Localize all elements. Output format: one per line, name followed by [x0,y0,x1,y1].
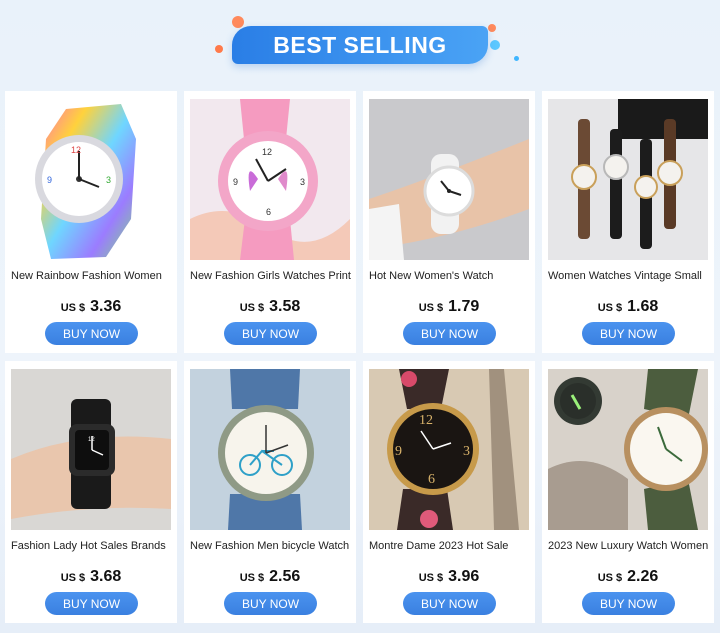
svg-text:3: 3 [300,177,305,187]
price: US $ 1.68 [542,298,714,316]
price: US $ 3.68 [5,568,177,586]
svg-text:12: 12 [262,147,272,157]
product-image[interactable]: 12 [11,369,171,530]
decor-dot [488,24,496,32]
price-currency: US $ [60,572,86,584]
product-image[interactable]: 12 3 9 [11,99,171,260]
banner-ribbon: BEST SELLING [232,26,488,64]
price-amount: 1.79 [448,298,480,315]
svg-text:12: 12 [419,413,433,428]
svg-text:3: 3 [463,444,470,459]
price: US $ 2.26 [542,568,714,586]
product-card[interactable]: 12 3 9 New Rainbow Fashion Women US $ 3.3… [5,91,177,353]
price-currency: US $ [597,302,623,314]
decor-dot [514,56,519,61]
product-title[interactable]: New Fashion Girls Watches Print [190,270,356,286]
product-image[interactable]: 12 3 6 9 [190,99,350,260]
buy-now-button[interactable]: BUY NOW [224,322,317,345]
product-image[interactable] [548,369,708,530]
svg-text:9: 9 [47,175,52,185]
product-title[interactable]: New Rainbow Fashion Women [11,270,177,286]
price-currency: US $ [60,302,86,314]
price: US $ 1.79 [363,298,535,316]
price-currency: US $ [597,572,623,584]
svg-text:12: 12 [71,145,81,155]
product-card[interactable]: 2023 New Luxury Watch Women US $ 2.26 BUY… [542,361,714,623]
product-title[interactable]: Montre Dame 2023 Hot Sale [369,540,535,556]
product-image[interactable] [369,99,529,260]
product-card[interactable]: Women Watches Vintage Small US $ 1.68 BUY… [542,91,714,353]
price: US $ 3.96 [363,568,535,586]
svg-text:6: 6 [266,207,271,217]
product-card[interactable]: 12 Fashion Lady Hot Sales Brands US $ 3.6… [5,361,177,623]
price-currency: US $ [239,572,265,584]
price-amount: 3.68 [90,568,122,585]
product-image[interactable] [548,99,708,260]
product-image[interactable] [190,369,350,530]
decor-dot [215,45,223,53]
buy-now-button[interactable]: BUY NOW [403,592,496,615]
price-currency: US $ [239,302,265,314]
price-currency: US $ [418,302,444,314]
decor-dot [490,40,500,50]
product-image[interactable]: 12 3 6 9 [369,369,529,530]
buy-now-button[interactable]: BUY NOW [224,592,317,615]
price: US $ 3.58 [184,298,356,316]
price-amount: 2.26 [627,568,659,585]
product-card[interactable]: 12 3 6 9 Montre Dame 2023 Hot Sale US $ 3… [363,361,535,623]
decor-dot [232,16,244,28]
svg-text:12: 12 [88,437,95,443]
buy-now-button[interactable]: BUY NOW [582,322,675,345]
product-title[interactable]: Fashion Lady Hot Sales Brands [11,540,177,556]
price: US $ 2.56 [184,568,356,586]
price-amount: 3.58 [269,298,301,315]
svg-text:3: 3 [106,175,111,185]
price-currency: US $ [418,572,444,584]
buy-now-button[interactable]: BUY NOW [45,322,138,345]
price-amount: 3.96 [448,568,480,585]
svg-text:6: 6 [428,472,435,487]
svg-text:9: 9 [395,444,402,459]
price-amount: 1.68 [627,298,659,315]
price-amount: 3.36 [90,298,122,315]
buy-now-button[interactable]: BUY NOW [403,322,496,345]
product-title[interactable]: Women Watches Vintage Small [548,270,714,286]
buy-now-button[interactable]: BUY NOW [45,592,138,615]
product-card[interactable]: Hot New Women's Watch US $ 1.79 BUY NOW [363,91,535,353]
price: US $ 3.36 [5,298,177,316]
best-selling-banner: BEST SELLING [0,0,720,90]
product-card[interactable]: 12 3 6 9 New Fashion Girls Watches Print… [184,91,356,353]
banner-title: BEST SELLING [273,31,447,58]
svg-text:9: 9 [233,177,238,187]
product-title[interactable]: Hot New Women's Watch [369,270,535,286]
product-card[interactable]: New Fashion Men bicycle Watch US $ 2.56 B… [184,361,356,623]
product-title[interactable]: 2023 New Luxury Watch Women [548,540,714,556]
buy-now-button[interactable]: BUY NOW [582,592,675,615]
product-title[interactable]: New Fashion Men bicycle Watch [190,540,356,556]
price-amount: 2.56 [269,568,301,585]
